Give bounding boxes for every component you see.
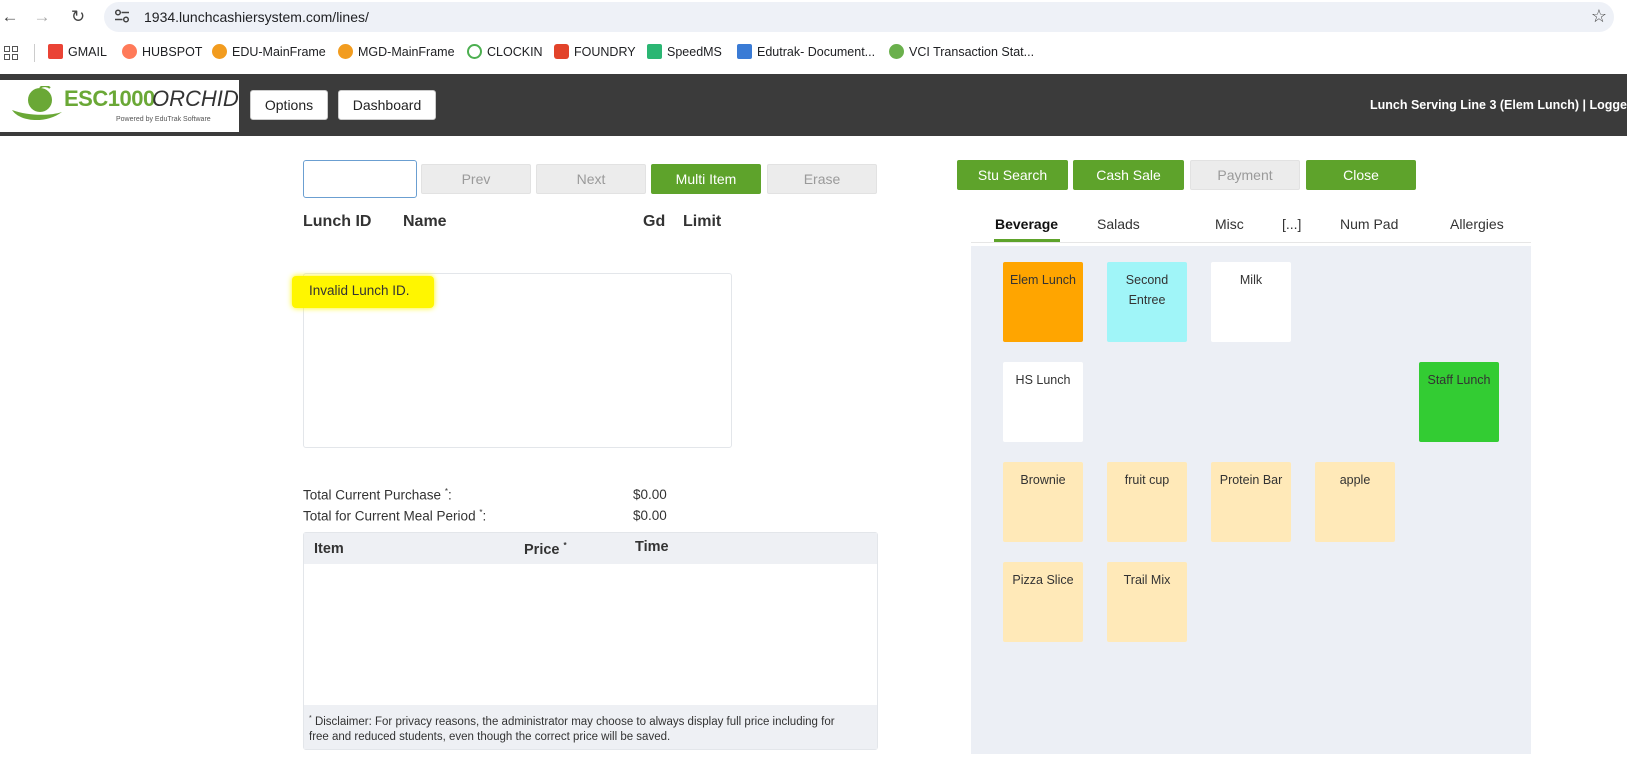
back-arrow-icon[interactable]: ← xyxy=(0,1,20,33)
clock-icon xyxy=(467,44,482,59)
items-column-price: Price * xyxy=(524,541,567,558)
tile-protein-bar[interactable]: Protein Bar xyxy=(1211,462,1291,542)
mgd-mainframe-icon xyxy=(338,44,353,59)
bookmark-gmail[interactable]: GMAIL xyxy=(48,44,107,59)
close-button[interactable]: Close xyxy=(1306,160,1416,190)
esc1000-orchid-logo[interactable]: ESC1000 ORCHID Powered by EduTrak Softwa… xyxy=(0,80,239,132)
apple-leaf-icon xyxy=(12,86,62,121)
url-text: 1934.lunchcashiersystem.com/lines/ xyxy=(144,9,369,25)
items-table-header: Item Price * Time xyxy=(304,533,877,564)
speedms-icon xyxy=(647,44,662,59)
bookmark-star-icon[interactable]: ☆ xyxy=(1591,6,1607,27)
tab-beverage[interactable]: Beverage xyxy=(995,216,1058,232)
edu-mainframe-icon xyxy=(212,44,227,59)
items-column-item: Item xyxy=(314,541,344,557)
tab-allergies[interactable]: Allergies xyxy=(1450,216,1504,232)
column-limit: Limit xyxy=(683,213,722,230)
forward-arrow-icon[interactable]: → xyxy=(28,1,56,33)
tile-elem-lunch[interactable]: Elem Lunch xyxy=(1003,262,1083,342)
address-bar[interactable]: 1934.lunchcashiersystem.com/lines/ xyxy=(104,2,1614,32)
prev-button[interactable]: Prev xyxy=(421,164,531,194)
bookmark-speedms[interactable]: SpeedMS xyxy=(647,44,722,59)
bookmark-clockin[interactable]: CLOCKIN xyxy=(467,44,543,59)
bookmark-hubspot[interactable]: HUBSPOT xyxy=(122,44,202,59)
vci-leaf-icon xyxy=(889,44,904,59)
tile-milk[interactable]: Milk xyxy=(1211,262,1291,342)
tab-more[interactable]: [...] xyxy=(1282,216,1301,232)
bookmarks-separator xyxy=(34,44,35,62)
gmail-icon xyxy=(48,44,63,59)
stu-search-button[interactable]: Stu Search xyxy=(957,160,1068,190)
tile-brownie[interactable]: Brownie xyxy=(1003,462,1083,542)
total-current-purchase-value: $0.00 xyxy=(633,487,667,502)
tile-fruit-cup[interactable]: fruit cup xyxy=(1107,462,1187,542)
bookmarks-bar: GMAIL HUBSPOT EDU-MainFrame MGD-MainFram… xyxy=(0,38,1627,68)
tab-divider xyxy=(971,242,1531,243)
cash-sale-button[interactable]: Cash Sale xyxy=(1073,160,1184,190)
erase-button[interactable]: Erase xyxy=(767,164,877,194)
site-info-icon[interactable] xyxy=(114,8,134,26)
total-current-purchase-label: Total Current Purchase *: xyxy=(303,487,452,503)
options-button[interactable]: Options xyxy=(250,90,328,120)
tile-hs-lunch[interactable]: HS Lunch xyxy=(1003,362,1083,442)
reload-icon[interactable]: ↻ xyxy=(64,1,92,33)
dashboard-button[interactable]: Dashboard xyxy=(338,90,436,120)
invalid-id-message: Invalid Lunch ID. xyxy=(309,283,410,298)
bookmark-foundry[interactable]: FOUNDRY xyxy=(554,44,636,59)
tile-staff-lunch[interactable]: Staff Lunch xyxy=(1419,362,1499,442)
menu-item-grid: Elem Lunch Second Entree Milk HS Lunch S… xyxy=(971,246,1531,754)
hubspot-icon xyxy=(122,44,137,59)
lunch-id-input[interactable] xyxy=(303,160,417,198)
column-lunch-id: Lunch ID xyxy=(303,213,372,230)
total-meal-period-value: $0.00 xyxy=(633,508,667,523)
next-button[interactable]: Next xyxy=(536,164,646,194)
column-grade: Gd xyxy=(643,213,666,230)
column-name: Name xyxy=(403,213,447,230)
bookmark-edutrak-document[interactable]: Edutrak- Document... xyxy=(737,44,875,59)
tile-trail-mix[interactable]: Trail Mix xyxy=(1107,562,1187,642)
payment-button[interactable]: Payment xyxy=(1190,160,1300,190)
logo-subtitle: Powered by EduTrak Software xyxy=(116,116,211,123)
tab-misc[interactable]: Misc xyxy=(1215,216,1244,232)
tile-second-entree[interactable]: Second Entree xyxy=(1107,262,1187,342)
app-header: ESC1000 ORCHID Powered by EduTrak Softwa… xyxy=(0,74,1627,136)
total-meal-period-label: Total for Current Meal Period *: xyxy=(303,508,487,524)
items-column-time: Time xyxy=(635,539,669,555)
bookmark-edu-mainframe[interactable]: EDU-MainFrame xyxy=(212,44,326,59)
gitlab-fox-icon xyxy=(554,44,569,59)
logo-text-esc1000: ESC1000 xyxy=(64,86,155,111)
serving-line-status: Lunch Serving Line 3 (Elem Lunch) | Logg… xyxy=(1370,98,1627,112)
layers-icon xyxy=(737,44,752,59)
tile-apple[interactable]: apple xyxy=(1315,462,1395,542)
apps-grid-icon[interactable] xyxy=(4,46,18,60)
tab-num-pad[interactable]: Num Pad xyxy=(1340,216,1398,232)
purchase-items-table: Item Price * Time * Disclaimer: For priv… xyxy=(303,532,878,750)
disclaimer: * Disclaimer: For privacy reasons, the a… xyxy=(304,705,877,749)
tile-pizza-slice[interactable]: Pizza Slice xyxy=(1003,562,1083,642)
bookmark-vci-transaction[interactable]: VCI Transaction Stat... xyxy=(889,44,1034,59)
browser-toolbar: ← → ↻ 1934.lunchcashiersystem.com/lines/… xyxy=(0,0,1627,34)
tab-salads[interactable]: Salads xyxy=(1097,216,1140,232)
logo-text-orchid: ORCHID xyxy=(152,86,239,111)
multi-item-button[interactable]: Multi Item xyxy=(651,164,761,194)
bookmark-mgd-mainframe[interactable]: MGD-MainFrame xyxy=(338,44,455,59)
